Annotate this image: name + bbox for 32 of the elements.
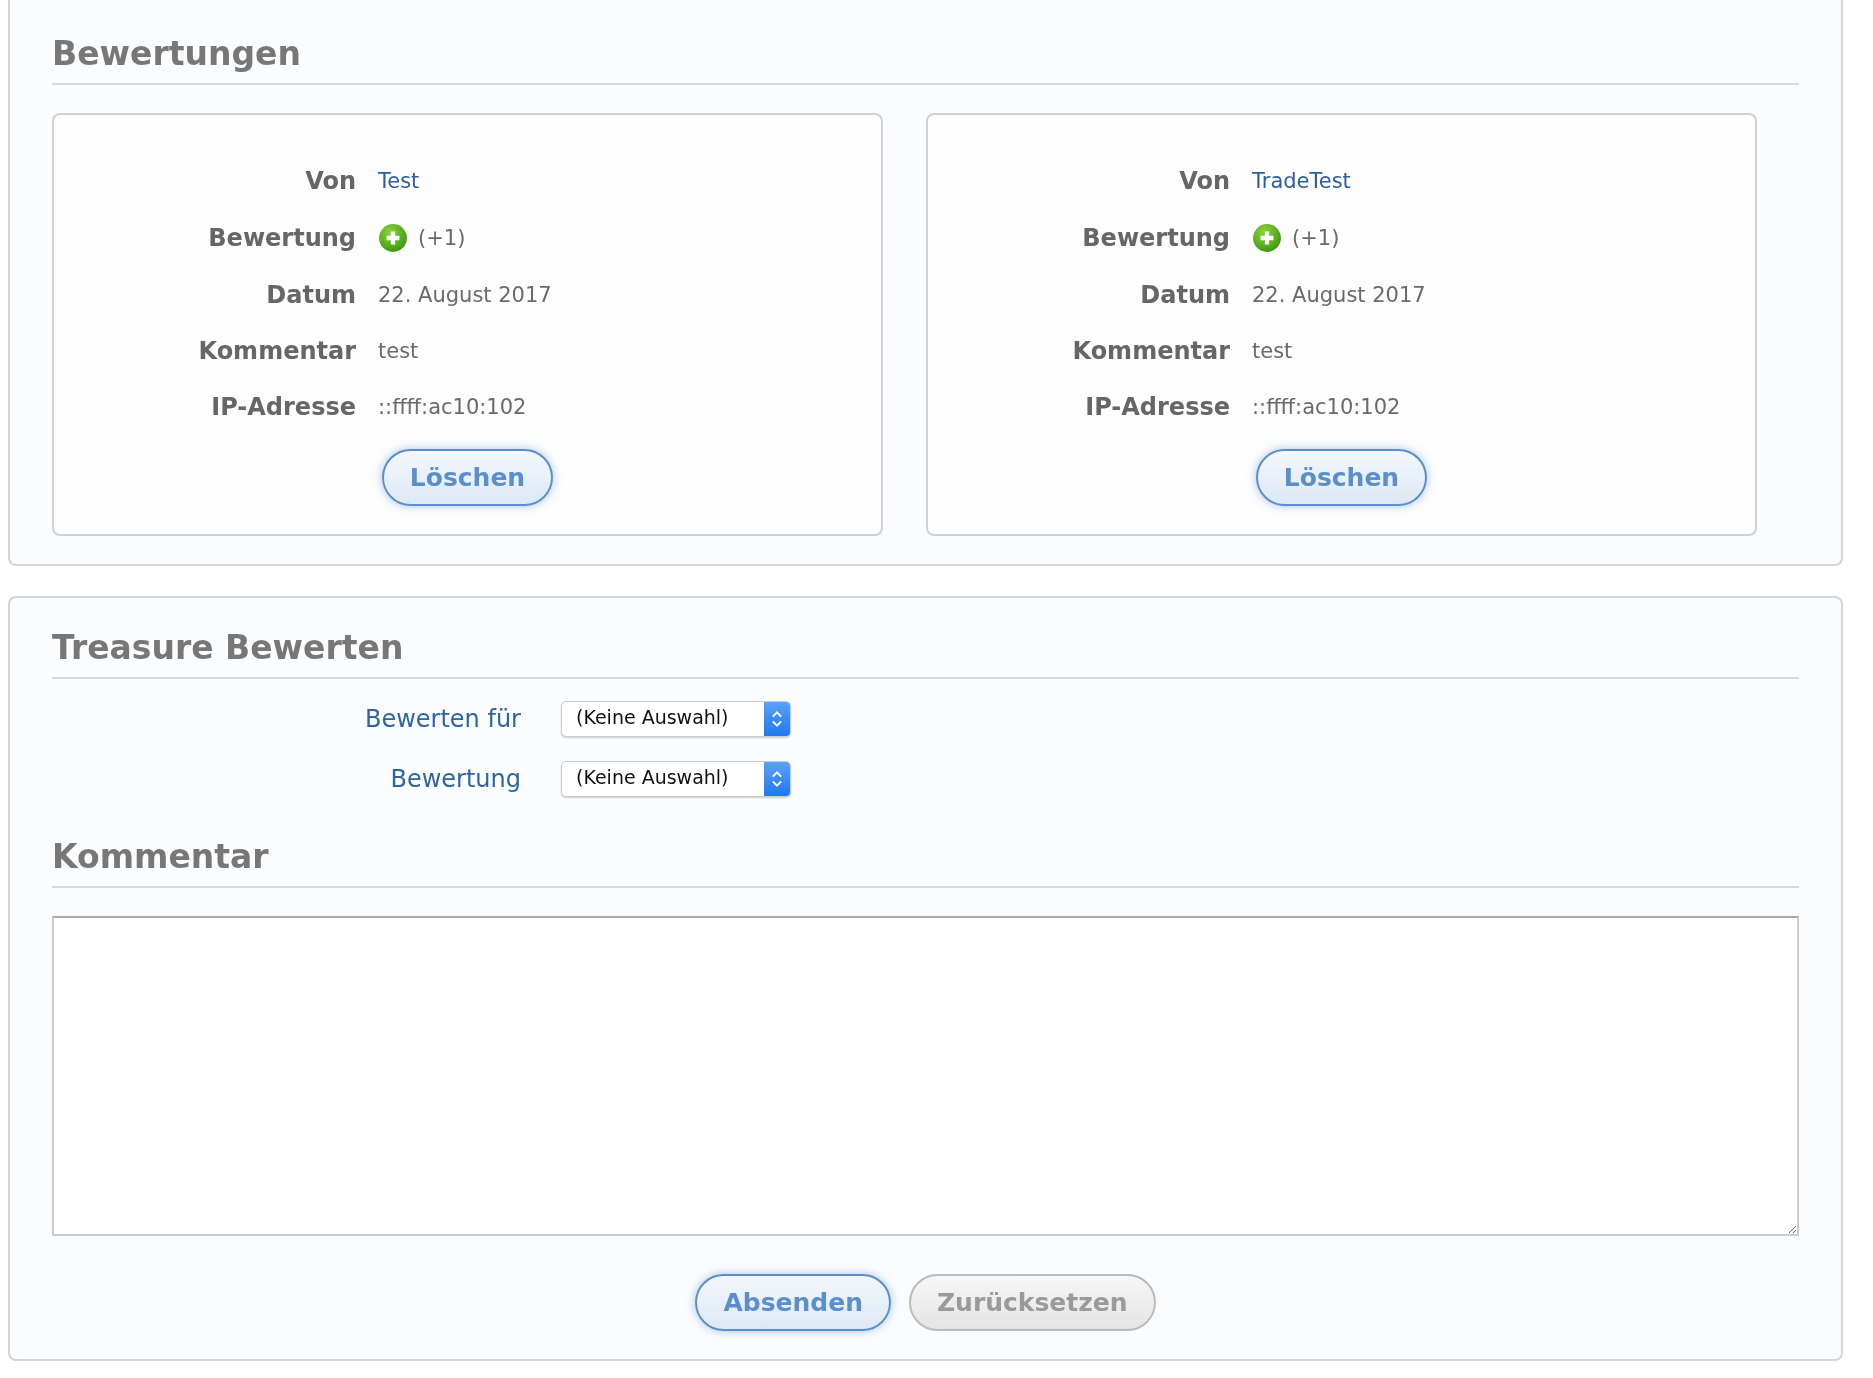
field-label: Bewertung <box>207 224 356 252</box>
user-link[interactable]: TradeTest <box>1252 169 1755 193</box>
plus-icon <box>1252 223 1282 253</box>
field-label: IP-Adresse <box>1084 393 1230 421</box>
comment-value: test <box>1252 339 1294 363</box>
field-label: Bewerten für <box>363 705 521 733</box>
user-link[interactable]: Test <box>378 169 881 193</box>
ip-value: ::ffff:ac10:102 <box>378 395 528 419</box>
plus-icon <box>378 223 408 253</box>
field-label: Von <box>304 167 356 195</box>
section-heading: Bewertungen <box>52 34 1799 85</box>
chevron-icon <box>771 769 783 789</box>
field-label: Von <box>1178 167 1230 195</box>
date-value: 22. August 2017 <box>378 283 553 307</box>
date-value: 22. August 2017 <box>1252 283 1427 307</box>
ip-value: ::ffff:ac10:102 <box>1252 395 1402 419</box>
rating-value: (+1) <box>418 226 466 250</box>
field-label: Bewertung <box>389 765 521 793</box>
dropdown[interactable]: (Keine Auswahl) <box>561 761 791 797</box>
field-label: Bewertung <box>1081 224 1230 252</box>
field-label: IP-Adresse <box>210 393 356 421</box>
field-label: Datum <box>265 281 356 309</box>
dropdown[interactable]: (Keine Auswahl) <box>561 701 791 737</box>
field-label: Datum <box>1139 281 1230 309</box>
comment-field[interactable] <box>52 916 1799 1236</box>
comment-value: test <box>378 339 420 363</box>
field-label: Kommentar <box>1071 337 1230 365</box>
rating-value: (+1) <box>1292 226 1340 250</box>
section-heading: Treasure Bewerten <box>52 628 1799 679</box>
chevron-icon <box>771 709 783 729</box>
section-heading: Kommentar <box>52 837 1799 888</box>
field-label: Kommentar <box>197 337 356 365</box>
